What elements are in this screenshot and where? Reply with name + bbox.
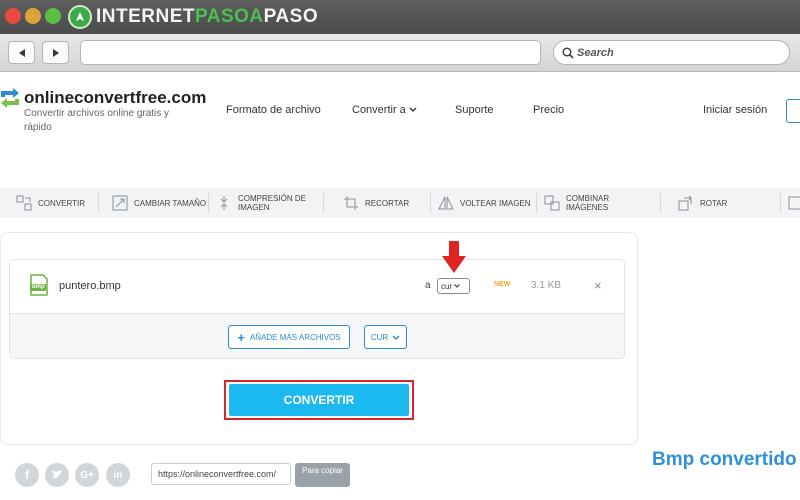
browser-search-input[interactable]: Search <box>553 40 790 65</box>
maximize-window-button[interactable] <box>45 8 61 24</box>
tool-rotate[interactable]: ROTAR <box>678 188 727 218</box>
combine-icon <box>544 195 560 211</box>
close-window-button[interactable] <box>5 8 21 24</box>
share-url-input[interactable]: https://onlineconvertfree.com/ <box>151 463 291 485</box>
tool-flip[interactable]: VOLTEAR IMAGEN <box>438 188 531 218</box>
chevron-down-icon <box>454 284 461 288</box>
twitter-icon <box>52 470 63 479</box>
remove-file-button[interactable]: × <box>594 278 602 293</box>
brand-logo-icon <box>68 5 92 29</box>
tool-divider <box>208 193 209 213</box>
tool-label: CAMBIAR TAMAÑO <box>134 198 207 208</box>
file-size: 3.1 KB <box>531 280 562 291</box>
tool-label: VOLTEAR IMAGEN <box>460 198 531 208</box>
more-tools-icon <box>788 196 800 210</box>
googleplus-icon: G+ <box>80 469 94 481</box>
linkedin-icon: in <box>113 469 123 481</box>
facebook-icon: f <box>25 468 29 482</box>
nav-pricing[interactable]: Precio <box>533 104 564 116</box>
googleplus-share-button[interactable]: G+ <box>75 463 99 487</box>
copy-url-button[interactable]: Para copiar <box>295 463 350 487</box>
signup-button[interactable] <box>786 99 800 123</box>
window-titlebar: INTERNETPASOAPASO <box>0 0 800 34</box>
file-panel-footer: + AÑADE MÁS ARCHIVOS CUR <box>10 313 624 358</box>
tool-label: ROTAR <box>700 198 728 208</box>
tool-convert[interactable]: CONVERTIR <box>16 188 85 218</box>
output-format-select[interactable]: cur <box>437 278 470 294</box>
search-placeholder: Search <box>577 46 614 59</box>
address-bar[interactable] <box>80 40 541 65</box>
search-icon <box>562 46 574 59</box>
nav-file-format[interactable]: Formato de archivo <box>226 104 321 116</box>
output-format-value: cur <box>441 281 453 291</box>
linkedin-share-button[interactable]: in <box>106 463 130 487</box>
tools-bar: CONVERTIR CAMBIAR TAMAÑO COMPRESIÓN DE I… <box>0 188 800 218</box>
forward-button[interactable] <box>42 41 69 64</box>
file-row: bmp puntero.bmp a cur NEW 3.1 KB × <box>10 260 624 313</box>
convert-button[interactable]: CONVERTIR <box>229 384 409 416</box>
tool-label: RECORTAR <box>365 198 410 208</box>
convert-to-label: a <box>425 280 431 291</box>
convert-icon <box>16 195 32 211</box>
tool-label: COMBINAR IMÁGENES <box>566 194 610 212</box>
back-arrow-icon <box>18 48 25 57</box>
tool-crop[interactable]: RECORTAR <box>343 188 409 218</box>
bmp-file-icon: bmp <box>29 274 49 301</box>
chevron-down-icon <box>392 335 400 340</box>
tool-combine[interactable]: COMBINAR IMÁGENES <box>544 188 624 218</box>
format-all-value: CUR <box>370 332 389 342</box>
nav-convert-to[interactable]: Convertir a <box>352 104 417 116</box>
tool-label: COMPRESIÓN DE IMAGEN <box>238 194 307 212</box>
back-button[interactable] <box>8 41 35 64</box>
flip-icon <box>438 196 454 210</box>
facebook-share-button[interactable]: f <box>15 463 39 487</box>
rotate-icon <box>678 195 692 211</box>
tool-divider <box>323 193 324 213</box>
site-tagline: Convertir archivos online gratis y rápid… <box>24 108 170 133</box>
file-name: puntero.bmp <box>59 280 121 292</box>
site-logo[interactable]: onlineconvertfree.com <box>0 88 206 108</box>
tool-divider <box>780 193 781 213</box>
tool-compress[interactable]: COMPRESIÓN DE IMAGEN <box>216 188 316 218</box>
file-type-label: bmp <box>32 284 45 290</box>
nav-login[interactable]: Iniciar sesión <box>703 104 767 116</box>
tool-divider <box>98 193 99 213</box>
nav-convert-to-label: Convertir a <box>352 104 406 116</box>
site-name: onlineconvertfree.com <box>24 88 207 107</box>
file-panel: bmp puntero.bmp a cur NEW 3.1 KB × + AÑA… <box>9 259 625 359</box>
add-more-files-button[interactable]: + AÑADE MÁS ARCHIVOS <box>228 325 350 349</box>
watermark-logo: INTERNETPASOAPASO <box>68 5 318 29</box>
tool-label: CONVERTIR <box>38 198 85 208</box>
browser-toolbar: Search <box>0 34 800 72</box>
brand-text: INTERNETPASOAPASO <box>96 6 319 27</box>
tool-more[interactable] <box>788 188 800 218</box>
tool-divider <box>660 193 661 213</box>
section-heading: Bmp convertido <box>652 449 797 470</box>
resize-icon <box>112 195 128 211</box>
tool-resize[interactable]: CAMBIAR TAMAÑO <box>112 188 206 218</box>
plus-icon: + <box>237 329 245 345</box>
forward-arrow-icon <box>52 48 59 57</box>
tool-divider <box>430 193 431 213</box>
twitter-share-button[interactable] <box>45 463 69 487</box>
format-all-select[interactable]: CUR <box>364 325 407 349</box>
nav-support[interactable]: Suporte <box>455 104 494 116</box>
new-badge: NEW <box>494 281 511 288</box>
compress-icon <box>220 196 228 210</box>
red-arrow-annotation-icon <box>442 241 466 273</box>
tool-divider <box>536 193 537 213</box>
crop-icon <box>344 196 358 210</box>
swap-arrows-icon <box>1 88 19 108</box>
chevron-down-icon <box>409 107 417 112</box>
minimize-window-button[interactable] <box>25 8 41 24</box>
add-more-files-label: AÑADE MÁS ARCHIVOS <box>249 332 341 342</box>
